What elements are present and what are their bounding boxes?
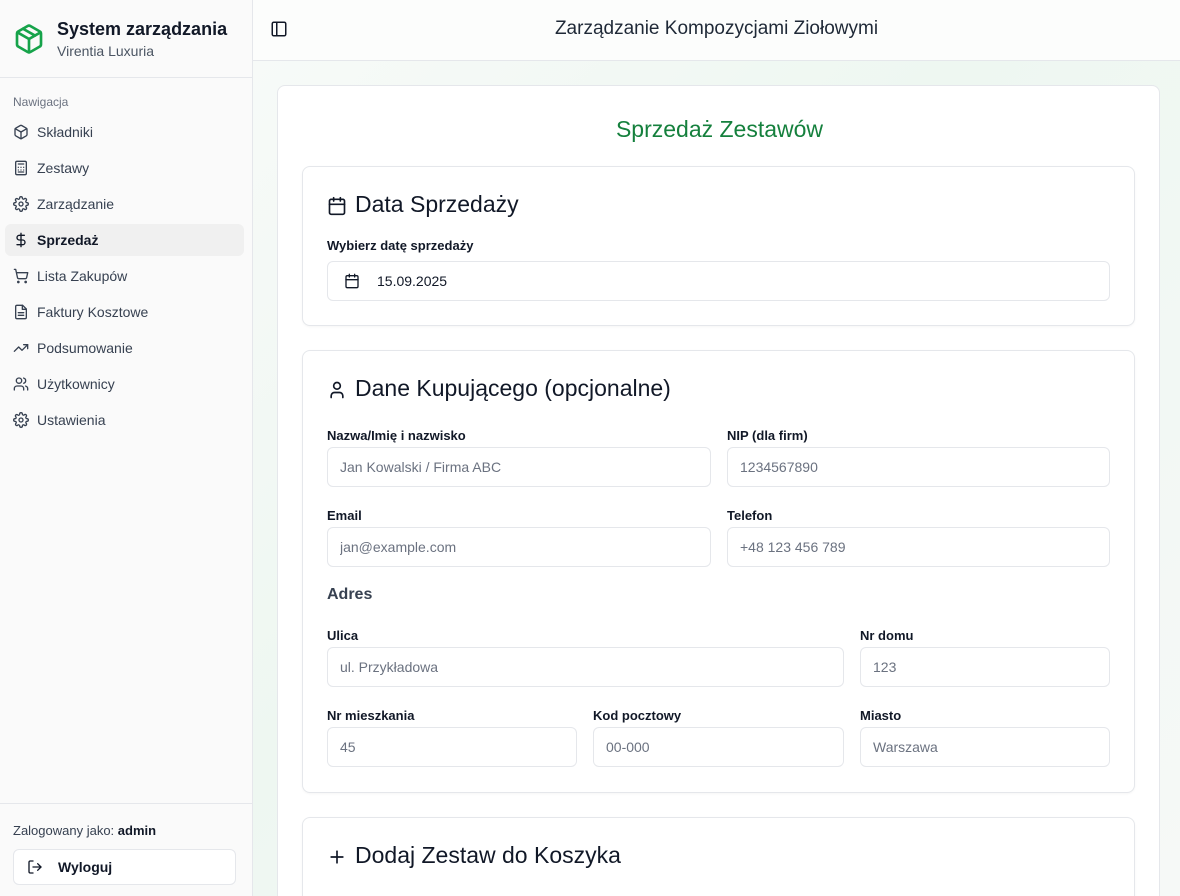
card-title: Dane Kupującego (opcjonalne) (327, 375, 671, 402)
email-label: Email (327, 508, 362, 523)
sidebar-footer: Zalogowany jako: admin Wyloguj (0, 803, 252, 896)
sales-panel: Sprzedaż Zestawów Data Sprzedaży Wybierz… (277, 85, 1160, 896)
name-label: Nazwa/Imię i nazwisko (327, 428, 466, 443)
buyer-card-title: Dane Kupującego (opcjonalne) (355, 375, 671, 401)
sale-date-card: Data Sprzedaży Wybierz datę sprzedaży 15… (302, 166, 1135, 326)
street-label: Ulica (327, 628, 359, 643)
city-input[interactable] (860, 727, 1110, 767)
date-label: Wybierz datę sprzedaży (327, 238, 474, 253)
sidebar-nav: Składniki Zestawy Zarządzanie Sprzedaż L… (5, 116, 244, 440)
nip-label: NIP (dla firm) (727, 428, 808, 443)
calendar-icon (345, 273, 359, 289)
sidebar-item-zestawy[interactable]: Zestawy (5, 152, 244, 184)
sidebar-item-zarzadzanie[interactable]: Zarządzanie (5, 188, 244, 220)
brand: System zarządzania Virentia Luxuria (0, 0, 252, 78)
app-subtitle: Virentia Luxuria (57, 42, 155, 59)
nip-input[interactable] (727, 447, 1110, 487)
sidebar-item-label: Użytkownicy (37, 376, 115, 392)
calculator-icon (13, 160, 29, 176)
house-number-label: Nr domu (860, 628, 914, 643)
page-header-title: Zarządzanie Kompozycjami Ziołowymi (554, 18, 879, 39)
apartment-input[interactable] (327, 727, 577, 767)
postal-code-input[interactable] (593, 727, 844, 767)
sidebar-item-label: Zarządzanie (37, 196, 115, 212)
sidebar-item-sprzedaz[interactable]: Sprzedaż (5, 224, 244, 256)
phone-input[interactable] (727, 527, 1110, 567)
sidebar-item-ustawienia[interactable]: Ustawienia (5, 404, 244, 436)
house-number-input[interactable] (860, 647, 1110, 687)
sidebar-item-uzytkownicy[interactable]: Użytkownicy (5, 368, 244, 400)
postal-code-label: Kod pocztowy (593, 708, 682, 723)
email-input[interactable] (327, 527, 711, 567)
name-input[interactable] (327, 447, 711, 487)
cart-icon (13, 268, 29, 284)
logged-prefix: Zalogowany jako: (13, 823, 115, 838)
sale-date-picker[interactable]: 15.09.2025 (327, 261, 1110, 301)
add-to-cart-card: Dodaj Zestaw do Koszyka (302, 817, 1135, 896)
date-card-title: Data Sprzedaży (355, 191, 519, 217)
sidebar-item-label: Faktury Kosztowe (37, 304, 149, 320)
address-heading: Adres (327, 586, 373, 603)
sidebar-item-lista-zakupow[interactable]: Lista Zakupów (5, 260, 244, 292)
main-content: Sprzedaż Zestawów Data Sprzedaży Wybierz… (253, 61, 1180, 896)
calendar-icon (327, 195, 347, 215)
logged-user: admin (117, 823, 157, 838)
phone-label: Telefon (727, 508, 773, 523)
street-input[interactable] (327, 647, 844, 687)
sidebar-item-label: Zestawy (37, 160, 90, 176)
logout-button[interactable]: Wyloguj (13, 849, 236, 885)
sidebar-item-faktury[interactable]: Faktury Kosztowe (5, 296, 244, 328)
card-title: Dodaj Zestaw do Koszyka (327, 842, 621, 869)
settings-icon (13, 412, 29, 428)
topbar: Zarządzanie Kompozycjami Ziołowymi (253, 0, 1180, 61)
sidebar-item-label: Składniki (37, 124, 94, 140)
sidebar-item-label: Lista Zakupów (37, 268, 128, 284)
sidebar-item-label: Sprzedaż (37, 232, 99, 248)
package-logo-icon (15, 23, 43, 54)
sidebar-item-podsumowanie[interactable]: Podsumowanie (5, 332, 244, 364)
plus-icon (327, 846, 347, 866)
buyer-card: Dane Kupującego (opcjonalne) Nazwa/Imię … (302, 350, 1135, 793)
logged-in-text: Zalogowany jako: admin (13, 823, 156, 838)
trending-up-icon (13, 340, 29, 356)
sidebar-item-label: Ustawienia (37, 412, 106, 428)
gear-icon (13, 196, 29, 212)
logout-icon (28, 860, 42, 874)
cart-card-title: Dodaj Zestaw do Koszyka (355, 842, 621, 868)
logout-label: Wyloguj (58, 859, 113, 875)
card-title: Data Sprzedaży (327, 191, 519, 218)
sidebar-item-skladniki[interactable]: Składniki (5, 116, 244, 148)
users-icon (13, 376, 29, 392)
app-title: System zarządzania (57, 18, 228, 39)
city-label: Miasto (860, 708, 902, 723)
page-title: Sprzedaż Zestawów (615, 116, 824, 142)
sidebar-item-label: Podsumowanie (37, 340, 133, 356)
user-icon (327, 379, 347, 399)
apartment-label: Nr mieszkania (327, 708, 415, 723)
nav-caption: Nawigacja (13, 95, 69, 109)
dollar-icon (13, 232, 29, 248)
sidebar: System zarządzania Virentia Luxuria Nawi… (0, 0, 253, 896)
file-icon (13, 304, 29, 320)
package-icon (13, 124, 29, 140)
sale-date-value: 15.09.2025 (377, 273, 448, 289)
